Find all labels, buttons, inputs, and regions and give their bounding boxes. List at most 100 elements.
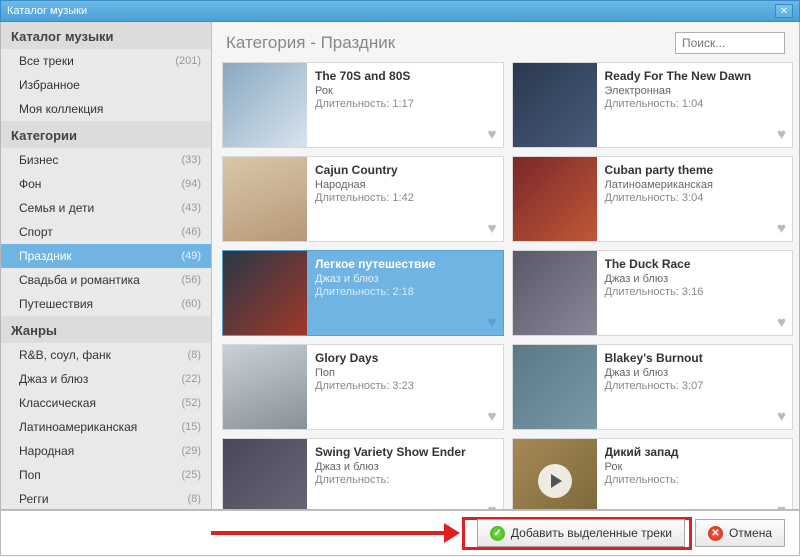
main-header: Категория - Праздник (212, 22, 799, 62)
sidebar-item-label: Латиноамериканская (19, 420, 137, 434)
track-thumbnail (223, 63, 307, 147)
track-card-body: Дикий западРокДлительность: (597, 439, 793, 509)
sidebar-item-label: Классическая (19, 396, 96, 410)
sidebar-item[interactable]: Семья и дети(43) (1, 196, 211, 220)
track-duration: Длительность: 3:23 (315, 380, 495, 392)
track-duration: Длительность: 3:04 (605, 192, 785, 204)
sidebar-item-count: (43) (181, 202, 201, 214)
sidebar-item[interactable]: Поп(25) (1, 463, 211, 487)
track-card[interactable]: Swing Variety Show EnderДжаз и блюзДлите… (222, 438, 504, 509)
favorite-icon[interactable]: ♥ (777, 220, 786, 237)
sidebar-item-count: (52) (181, 397, 201, 409)
favorite-icon[interactable]: ♥ (777, 408, 786, 425)
sidebar-item-label: Все треки (19, 54, 74, 68)
sidebar-item[interactable]: Народная(29) (1, 439, 211, 463)
add-selected-label: Добавить выделенные треки (511, 526, 672, 540)
favorite-icon[interactable]: ♥ (488, 126, 497, 143)
track-card[interactable]: Cuban party themeЛатиноамериканскаяДлите… (512, 156, 794, 242)
sidebar-item[interactable]: Свадьба и романтика(56) (1, 268, 211, 292)
sidebar-item[interactable]: Бизнес (33) (1, 148, 211, 172)
track-card[interactable]: The 70S and 80SРокДлительность: 1:17♥ (222, 62, 504, 148)
track-grid-scroll[interactable]: The 70S and 80SРокДлительность: 1:17♥Rea… (212, 62, 799, 509)
track-thumbnail (513, 345, 597, 429)
sidebar-item-label: Фон (19, 177, 41, 191)
favorite-icon[interactable]: ♥ (777, 126, 786, 143)
track-card-body: Swing Variety Show EnderДжаз и блюзДлите… (307, 439, 503, 509)
track-title: The 70S and 80S (315, 69, 495, 83)
track-card[interactable]: Blakey's BurnoutДжаз и блюзДлительность:… (512, 344, 794, 430)
track-genre: Джаз и блюз (315, 461, 495, 473)
track-genre: Электронная (605, 85, 785, 97)
track-card[interactable]: Легкое путешествиеДжаз и блюзДлительност… (222, 250, 504, 336)
track-duration: Длительность: 1:04 (605, 98, 785, 110)
track-duration: Длительность: 1:42 (315, 192, 495, 204)
footer: ✓ Добавить выделенные треки ✕ Отмена (0, 510, 800, 556)
sidebar-item-count: (33) (181, 154, 201, 166)
main-panel: Категория - Праздник The 70S and 80S Рок Д… (212, 22, 799, 509)
track-genre: Джаз и блюз (605, 367, 785, 379)
track-card-body: Легкое путешествиеДжаз и блюзДлительност… (307, 251, 503, 335)
sidebar-item-label: R&B, соул, фанк (19, 348, 111, 362)
track-card[interactable]: The Duck RaceДжаз и блюзДлительность: 3:… (512, 250, 794, 336)
sidebar-item[interactable]: Латиноамериканская (15) (1, 415, 211, 439)
sidebar-item-count: (29) (181, 445, 201, 457)
sidebar-item[interactable]: Избранное (1, 73, 211, 97)
sidebar-item-count: (46) (181, 226, 201, 238)
sidebar-item-label: Джаз и блюз (19, 372, 88, 386)
close-button[interactable]: ✕ (775, 4, 793, 18)
track-genre: Рок (315, 85, 495, 97)
sidebar-item[interactable]: Моя коллекция (1, 97, 211, 121)
favorite-icon[interactable]: ♥ (777, 314, 786, 331)
sidebar-item-label: Путешествия (19, 297, 93, 311)
client-area: Каталог музыкиВсе треки(201)ИзбранноеМоя… (0, 22, 800, 510)
sidebar-item-count: (49) (181, 250, 201, 262)
sidebar-item[interactable]: Спорт(46) (1, 220, 211, 244)
sidebar-item[interactable]: Праздник(49) (1, 244, 211, 268)
sidebar-item-count: (25) (181, 469, 201, 481)
track-card-body: The Duck RaceДжаз и блюзДлительность: 3:… (597, 251, 793, 335)
track-card[interactable]: Ready For The New Dawn ЭлектроннаяДлитель… (512, 62, 794, 148)
sidebar-item-count: (8) (188, 493, 201, 505)
track-genre: Народная (315, 179, 495, 191)
cancel-label: Отмена (729, 526, 772, 540)
sidebar-item-label: Избранное (19, 78, 80, 92)
track-title: Дикий запад (605, 445, 785, 459)
play-icon[interactable] (538, 464, 572, 498)
sidebar-item[interactable]: Классическая (52) (1, 391, 211, 415)
sidebar-item[interactable]: Все треки(201) (1, 49, 211, 73)
track-thumbnail (223, 251, 307, 335)
sidebar-group-header: Категории (1, 121, 211, 148)
sidebar-item[interactable]: Путешествия (60) (1, 292, 211, 316)
track-genre: Джаз и блюз (315, 273, 495, 285)
cancel-icon: ✕ (708, 526, 723, 541)
track-card[interactable]: Cajun CountryНароднаяДлительность: 1:42♥ (222, 156, 504, 242)
track-title: Ready For The New Dawn (605, 69, 785, 83)
track-thumbnail (513, 439, 597, 509)
sidebar-item[interactable]: R&B, соул, фанк(8) (1, 343, 211, 367)
add-selected-button[interactable]: ✓ Добавить выделенные треки (477, 519, 685, 547)
sidebar-item[interactable]: Регги(8) (1, 487, 211, 509)
favorite-icon[interactable]: ♥ (488, 220, 497, 237)
track-card[interactable]: Glory DaysПопДлительность: 3:23♥ (222, 344, 504, 430)
track-genre: Поп (315, 367, 495, 379)
favorite-icon[interactable]: ♥ (488, 408, 497, 425)
favorite-icon[interactable]: ♥ (777, 502, 786, 509)
sidebar-item[interactable]: Фон(94) (1, 172, 211, 196)
track-card-body: Cuban party themeЛатиноамериканскаяДлите… (597, 157, 793, 241)
track-title: Легкое путешествие (315, 257, 495, 271)
sidebar-group-header: Жанры (1, 316, 211, 343)
sidebar-item-count: (60) (181, 298, 201, 310)
sidebar-item-count: (15) (181, 421, 201, 433)
sidebar-item[interactable]: Джаз и блюз(22) (1, 367, 211, 391)
sidebar-item-label: Бизнес (19, 153, 58, 167)
sidebar-item-label: Свадьба и романтика (19, 273, 140, 287)
favorite-icon[interactable]: ♥ (488, 314, 497, 331)
favorite-icon[interactable]: ♥ (488, 502, 497, 509)
track-card-body: The 70S and 80SРокДлительность: 1:17 (307, 63, 503, 147)
cancel-button[interactable]: ✕ Отмена (695, 519, 785, 547)
search-input[interactable] (675, 32, 785, 54)
track-thumbnail (513, 157, 597, 241)
category-heading: Категория - Праздник (226, 33, 395, 53)
track-card-body: Cajun CountryНароднаяДлительность: 1:42 (307, 157, 503, 241)
track-card[interactable]: Дикий западРокДлительность: ♥ (512, 438, 794, 509)
